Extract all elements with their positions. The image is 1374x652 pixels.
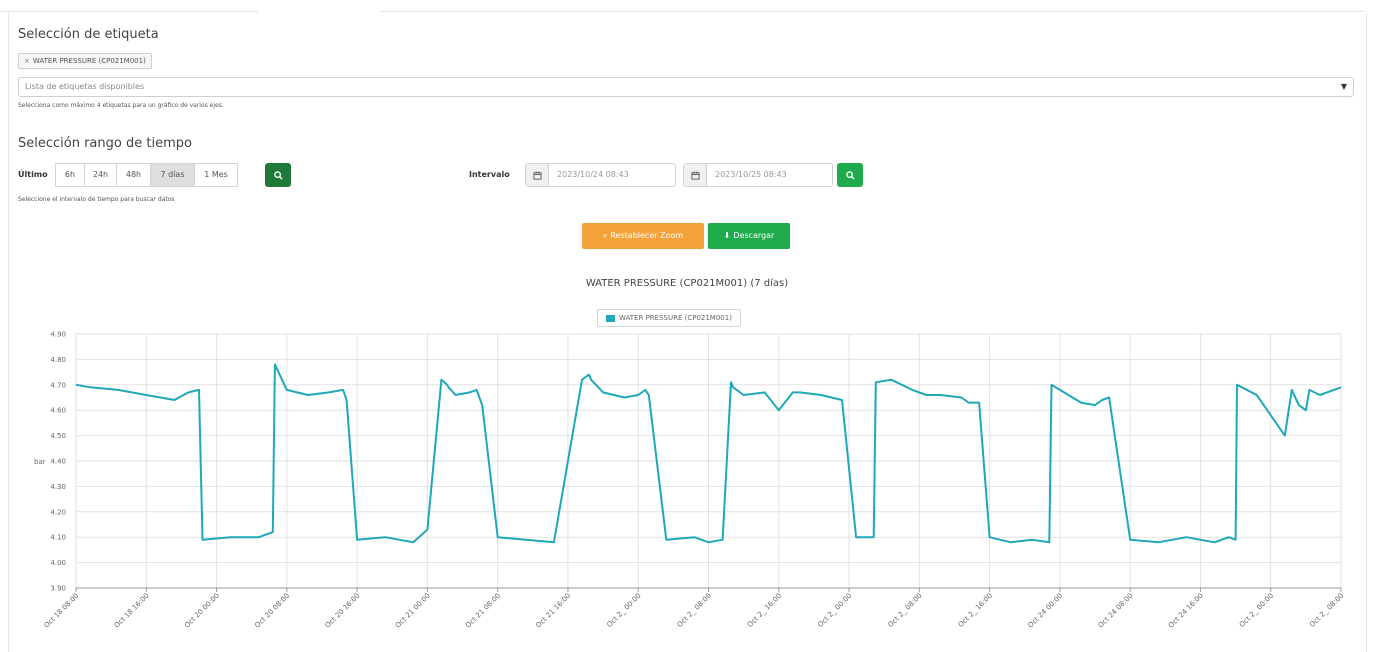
y-tick-label: 4.80 xyxy=(50,356,66,364)
x-tick-label: Oct 2_ 00:00 xyxy=(816,592,853,629)
x-tick-label: Oct 2_ 08:00 xyxy=(886,592,923,629)
y-tick-label: 4.60 xyxy=(50,407,66,415)
x-tick-label: Oct 18 08:00 xyxy=(42,592,80,630)
x-tick-label: Oct 2_ 08:00 xyxy=(676,592,713,629)
x-tick-label: Oct 2_ 00:00 xyxy=(605,592,642,629)
x-tick-label: Oct 24 16:00 xyxy=(1167,592,1205,630)
x-tick-label: Oct 2_ 08:00 xyxy=(1308,592,1345,629)
y-tick-label: 4.10 xyxy=(50,534,66,542)
y-tick-label: 4.00 xyxy=(50,559,66,567)
x-tick-label: Oct 21 16:00 xyxy=(534,592,572,630)
x-tick-label: Oct 24 00:00 xyxy=(1026,592,1064,630)
x-tick-label: Oct 21 00:00 xyxy=(394,592,432,630)
x-tick-label: Oct 2_ 16:00 xyxy=(957,592,994,629)
x-tick-label: Oct 2_ 00:00 xyxy=(1238,592,1275,629)
x-tick-label: Oct 21 08:00 xyxy=(464,592,502,630)
y-tick-label: 3.90 xyxy=(50,585,66,593)
y-tick-label: 4.20 xyxy=(50,508,66,516)
pressure-chart[interactable]: 4.90 4.80 4.70 4.60 4.50 4.40 4.30 4.20 4.10 4.00… xyxy=(0,0,1374,646)
y-tick-label: 4.40 xyxy=(50,458,66,466)
x-tick-label: Oct 2_ 16:00 xyxy=(746,592,783,629)
x-tick-label: Oct 20 00:00 xyxy=(183,592,221,630)
y-tick-label: 4.70 xyxy=(50,381,66,389)
y-tick-label: 4.90 xyxy=(50,331,66,339)
x-tick-label: Oct 24 08:00 xyxy=(1097,592,1135,630)
y-tick-label: 4.50 xyxy=(50,432,66,440)
y-axis-label: bar xyxy=(34,458,46,466)
x-tick-label: Oct 20 16:00 xyxy=(324,592,362,630)
x-tick-label: Oct 20 08:00 xyxy=(253,592,291,630)
y-tick-label: 4.30 xyxy=(50,483,66,491)
x-tick-label: Oct 18 16:00 xyxy=(113,592,151,630)
